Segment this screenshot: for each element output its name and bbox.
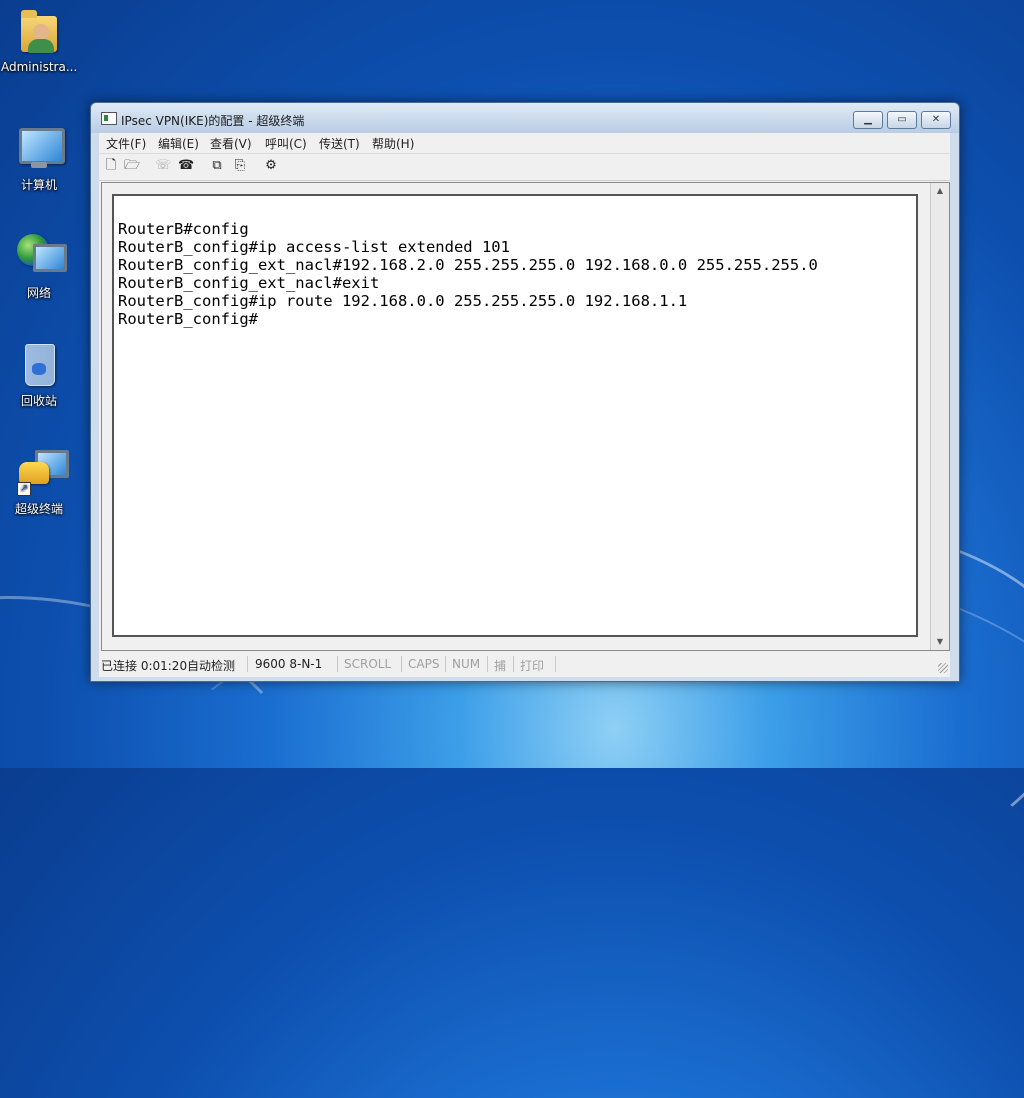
desktop-icon-hyperterminal[interactable]: ↗ 超级终端 (1, 446, 77, 517)
menu-help[interactable]: 帮助(H) (372, 135, 414, 152)
status-caps: CAPS (408, 657, 440, 671)
status-detect: 自动检测 (187, 659, 236, 673)
menu-view[interactable]: 查看(V) (210, 135, 252, 152)
menu-edit[interactable]: 编辑(E) (158, 135, 199, 152)
recycle-bin-icon (15, 338, 63, 390)
maximize-button[interactable]: ▭ (887, 111, 917, 129)
shortcut-arrow-icon: ↗ (17, 482, 31, 496)
window-title: IPsec VPN(IKE)的配置 - 超级终端 (121, 114, 305, 128)
network-icon (15, 230, 67, 282)
menu-bar: 文件(F) 编辑(E) 查看(V) 呼叫(C) 传送(T) 帮助(H) (99, 133, 950, 154)
scroll-up-icon[interactable]: ▲ (931, 183, 949, 199)
resize-grip[interactable] (938, 663, 948, 673)
app-icon[interactable] (101, 112, 117, 125)
status-capture: 捕 (494, 659, 507, 673)
minimize-button[interactable]: ▁ (853, 111, 883, 129)
terminal-screen[interactable]: RouterB#config RouterB_config#ip access-… (112, 194, 918, 637)
desktop-icon-label: 网络 (26, 286, 51, 300)
open-icon[interactable]: 🗁 (124, 158, 140, 174)
menu-call[interactable]: 呼叫(C) (265, 135, 307, 152)
status-print: 打印 (520, 659, 545, 673)
admin-folder-icon (15, 6, 63, 58)
close-button[interactable]: ✕ (921, 111, 951, 129)
status-scroll: SCROLL (344, 657, 392, 671)
hyperterminal-shortcut-icon: ↗ (15, 446, 69, 498)
properties-icon[interactable]: ⚙ (263, 158, 279, 174)
title-bar[interactable]: IPsec VPN(IKE)的配置 - 超级终端 ▁ ▭ ✕ (91, 103, 959, 133)
terminal-frame: RouterB#config RouterB_config#ip access-… (101, 182, 950, 651)
window-client: 文件(F) 编辑(E) 查看(V) 呼叫(C) 传送(T) 帮助(H) 🗋 🗁 … (99, 133, 950, 677)
desktop-icon-computer[interactable]: 计算机 (1, 122, 77, 193)
desktop-icon-recycle-bin[interactable]: 回收站 (1, 338, 77, 409)
scroll-down-icon[interactable]: ▼ (931, 634, 949, 650)
status-connection: 已连接 0:01:20 (101, 659, 188, 673)
send-icon[interactable]: ⧉ (209, 158, 225, 174)
desktop-icon-network[interactable]: 网络 (1, 230, 77, 301)
desktop-icon-label: 计算机 (20, 178, 57, 192)
toolbar: 🗋 🗁 ☏ ☎ ⧉ ⎘ ⚙ (99, 154, 950, 181)
desktop-icon-administrator[interactable]: Administra... (1, 6, 77, 74)
hyperterminal-window[interactable]: IPsec VPN(IKE)的配置 - 超级终端 ▁ ▭ ✕ 文件(F) 编辑(… (90, 102, 960, 682)
menu-transfer[interactable]: 传送(T) (319, 135, 360, 152)
computer-icon (15, 122, 65, 174)
desktop-icon-label: 回收站 (20, 394, 57, 408)
receive-icon[interactable]: ⎘ (232, 158, 248, 174)
terminal-output[interactable]: RouterB#config RouterB_config#ip access-… (118, 220, 818, 328)
status-baud: 9600 8-N-1 (255, 657, 323, 671)
desktop-icon-label: 超级终端 (14, 502, 63, 516)
status-bar: 已连接 0:01:20 自动检测 9600 8-N-1 SCROLL CAPS … (99, 653, 950, 675)
new-icon[interactable]: 🗋 (103, 158, 119, 174)
menu-file[interactable]: 文件(F) (106, 135, 146, 152)
disconnect-icon[interactable]: ☏ (155, 158, 171, 174)
dial-icon[interactable]: ☎ (178, 158, 194, 174)
vertical-scrollbar[interactable]: ▲ ▼ (930, 183, 949, 650)
status-num: NUM (452, 657, 481, 671)
desktop-icon-label: Administra... (1, 60, 78, 74)
